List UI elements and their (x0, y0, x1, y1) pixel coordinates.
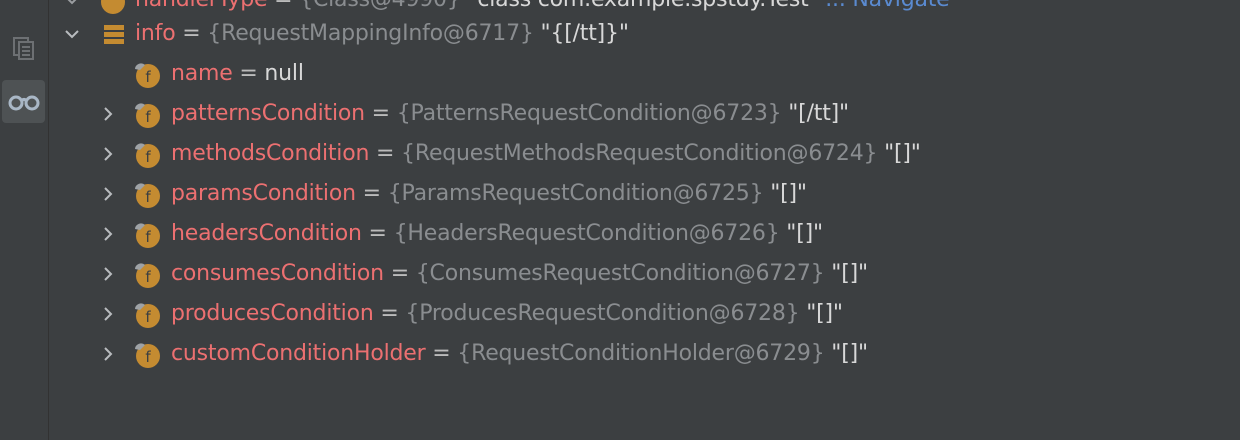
equals-sign: = (425, 341, 458, 366)
equals-sign: = (369, 141, 402, 166)
chevron-right-icon[interactable] (99, 185, 117, 203)
variable-type: {ParamsRequestCondition@6725} (387, 181, 764, 206)
svg-text:f: f (145, 348, 151, 366)
glasses-icon (8, 95, 39, 110)
field-icon: f (135, 343, 160, 368)
tree-row-field[interactable]: f producesCondition = {ProducesRequestCon… (49, 294, 1240, 334)
debugger-variables-panel: handlerType = {Class@4990} "class com.ex… (0, 0, 1240, 440)
left-toolstrip (0, 0, 49, 440)
chevron-right-icon[interactable] (99, 105, 117, 123)
variable-name: name (171, 61, 233, 86)
variable-name: handlerType (135, 0, 268, 12)
svg-text:f: f (145, 68, 151, 86)
variable-value: "[]" (877, 141, 921, 166)
variable-type: {ConsumesRequestCondition@6727} (415, 261, 825, 286)
svg-text:f: f (145, 108, 151, 126)
tree-row-text: customConditionHolder = {RequestConditio… (171, 338, 868, 370)
tree-row-text: paramsCondition = {ParamsRequestConditio… (171, 178, 807, 210)
svg-text:f: f (145, 308, 151, 326)
navigate-link[interactable]: ... Navigate (818, 0, 949, 12)
chevron-down-icon[interactable] (63, 0, 81, 9)
field-icon: f (135, 103, 160, 128)
tree-row-info[interactable]: info = {RequestMappingInfo@6717} "{[/tt]… (49, 14, 1240, 54)
equals-sign: = (373, 301, 406, 326)
tree-row-text: methodsCondition = {RequestMethodsReques… (171, 138, 921, 170)
equals-sign: = (383, 261, 416, 286)
tree-row-text: info = {RequestMappingInfo@6717} "{[/tt]… (135, 18, 629, 50)
equals-sign: = (232, 61, 265, 86)
chevron-right-icon[interactable] (99, 305, 117, 323)
equals-sign: = (267, 0, 299, 12)
variable-value: "{[/tt]}" (533, 21, 629, 46)
tree-row-text: consumesCondition = {ConsumesRequestCond… (171, 258, 868, 290)
svg-text:f: f (145, 228, 151, 246)
field-icon: f (135, 63, 160, 88)
variable-type: {RequestMethodsRequestCondition@6724} (401, 141, 878, 166)
chevron-down-icon[interactable] (63, 25, 81, 43)
tree-row-field[interactable]: f name = null (49, 54, 1240, 94)
svg-text:f: f (145, 268, 151, 286)
restore-frame-button[interactable] (2, 26, 45, 69)
variable-value: null (264, 61, 304, 86)
svg-text:f: f (145, 148, 151, 166)
variable-name: producesCondition (171, 301, 374, 326)
chevron-right-icon[interactable] (99, 265, 117, 283)
variable-type: {PatternsRequestCondition@6723} (396, 101, 782, 126)
watches-toggle-button[interactable] (2, 80, 45, 123)
variable-value: "[]" (824, 261, 868, 286)
tree-row-field[interactable]: f headersCondition = {HeadersRequestCondi… (49, 214, 1240, 254)
variable-type: {HeadersRequestCondition@6726} (393, 221, 780, 246)
tree-row-field[interactable]: f consumesCondition = {ConsumesRequestCon… (49, 254, 1240, 294)
variable-value: "class com.example.spstdy.Test" (461, 0, 818, 12)
chevron-right-icon[interactable] (99, 225, 117, 243)
field-icon: f (135, 223, 160, 248)
chevron-right-icon[interactable] (99, 145, 117, 163)
field-icon: f (135, 183, 160, 208)
variable-type: {ProducesRequestCondition@6728} (405, 301, 800, 326)
variable-value: "[]" (779, 221, 823, 246)
tree-row-field[interactable]: f patternsCondition = {PatternsRequestCon… (49, 94, 1240, 134)
variable-value: "[/tt]" (781, 101, 849, 126)
object-icon (104, 25, 124, 44)
variable-name: consumesCondition (171, 261, 384, 286)
variable-name: patternsCondition (171, 101, 365, 126)
chevron-right-icon[interactable] (99, 345, 117, 363)
variable-name: methodsCondition (171, 141, 370, 166)
variable-value: "[]" (763, 181, 807, 206)
field-icon: f (135, 303, 160, 328)
equals-sign: = (355, 181, 388, 206)
tree-row-field[interactable]: f customConditionHolder = {RequestConditi… (49, 334, 1240, 374)
equals-sign: = (364, 101, 397, 126)
field-icon (101, 0, 125, 14)
tree-row-field[interactable]: f methodsCondition = {RequestMethodsReque… (49, 134, 1240, 174)
field-icon: f (135, 143, 160, 168)
tree-row-text: headersCondition = {HeadersRequestCondit… (171, 218, 823, 250)
variable-type: {RequestMappingInfo@6717} (207, 21, 534, 46)
variable-value: "[]" (799, 301, 843, 326)
tree-row-text: patternsCondition = {PatternsRequestCond… (171, 98, 849, 130)
variable-value: "[]" (824, 341, 868, 366)
variable-type: {RequestConditionHolder@6729} (457, 341, 825, 366)
variable-type: {Class@4990} (299, 0, 461, 12)
variable-name: info (135, 21, 176, 46)
variable-name: paramsCondition (171, 181, 356, 206)
tree-row-text: producesCondition = {ProducesRequestCond… (171, 298, 843, 330)
field-icon: f (135, 263, 160, 288)
variables-tree: handlerType = {Class@4990} "class com.ex… (49, 0, 1240, 440)
equals-sign: = (175, 21, 208, 46)
tree-row-text: name = null (171, 58, 304, 90)
copy-pages-icon (12, 36, 34, 60)
variable-name: customConditionHolder (171, 341, 426, 366)
variable-name: headersCondition (171, 221, 362, 246)
equals-sign: = (361, 221, 394, 246)
tree-row-field[interactable]: f paramsCondition = {ParamsRequestConditi… (49, 174, 1240, 214)
svg-text:f: f (145, 188, 151, 206)
